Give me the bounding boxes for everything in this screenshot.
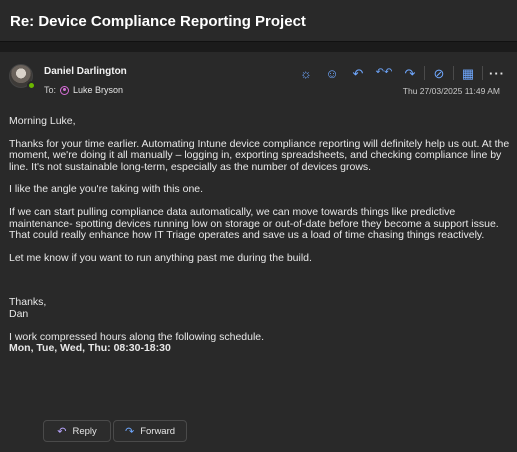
apps-grid-icon[interactable]: ▦: [458, 64, 478, 82]
message-date: Thu 27/03/2025 11:49 AM: [402, 86, 500, 96]
body-paragraph: Let me know if you want to run anything …: [9, 251, 312, 264]
message-toolbar: ☼ ☺ ↶ ↶↶ ↷ ⊘ ▦ ···: [296, 64, 513, 82]
divider: [0, 42, 517, 52]
presence-available-icon: [27, 81, 36, 90]
sun-icon[interactable]: ☼: [296, 64, 316, 82]
toolbar-divider: [482, 66, 483, 80]
body-paragraph: Thanks for your time earlier. Automating…: [9, 137, 510, 173]
forward-button[interactable]: ↷ Forward: [113, 420, 187, 442]
to-label: To:: [44, 85, 57, 95]
reply-icon[interactable]: ↶: [348, 64, 368, 82]
more-options-icon[interactable]: ···: [487, 64, 507, 82]
reply-label: Reply: [72, 425, 97, 437]
forward-icon[interactable]: ↷: [400, 64, 420, 82]
toolbar-divider: [424, 66, 425, 80]
greeting: Morning Luke,: [9, 115, 76, 127]
recipient-name[interactable]: Luke Bryson: [73, 85, 123, 95]
forward-icon: ↷: [124, 425, 135, 438]
signoff: Thanks,: [9, 296, 47, 309]
email-subject: Re: Device Compliance Reporting Project: [0, 0, 517, 42]
loop-icon[interactable]: ⊘: [429, 64, 449, 82]
message-card: Daniel Darlington To: Luke Bryson ☼ ☺ ↶ …: [0, 52, 517, 452]
recipient-line: To: Luke Bryson: [44, 85, 123, 95]
reply-icon: ↶: [57, 425, 67, 438]
reply-all-icon[interactable]: ↶↶: [374, 64, 394, 82]
forward-label: Forward: [140, 425, 176, 437]
reply-button[interactable]: ↶ Reply: [43, 420, 111, 442]
toolbar-divider: [453, 66, 454, 80]
body-paragraph: If we can start pulling compliance data …: [9, 205, 499, 242]
signature: Dan: [9, 307, 29, 320]
recipient-status-icon: [60, 85, 70, 95]
schedule-hours: Mon, Tue, Wed, Thu: 08:30-18:30: [9, 342, 171, 355]
emoji-icon[interactable]: ☺: [322, 64, 342, 82]
message-body: Morning Luke, Thanks for your time earli…: [9, 115, 514, 355]
sender-name[interactable]: Daniel Darlington: [44, 66, 127, 77]
body-paragraph: I like the angle you're taking with this…: [9, 183, 204, 196]
